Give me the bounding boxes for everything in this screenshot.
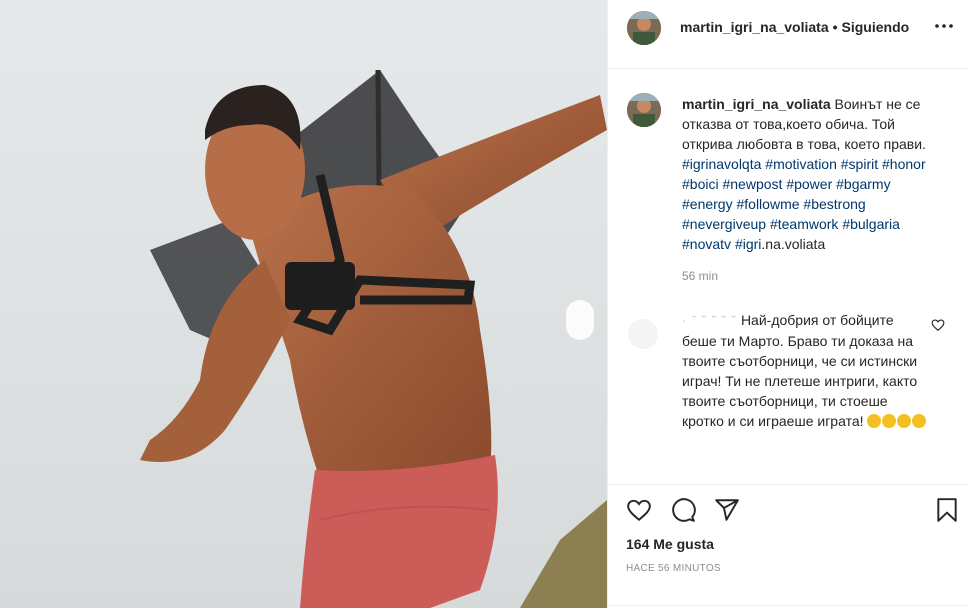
hashtag[interactable]: #igrinavolqta bbox=[682, 156, 761, 172]
hashtag[interactable]: #nevergiveup bbox=[682, 216, 766, 232]
add-comment-divider bbox=[608, 605, 969, 606]
comment-icon[interactable] bbox=[670, 497, 696, 523]
bookmark-icon[interactable] bbox=[934, 497, 960, 523]
flexed-biceps-emoji bbox=[882, 414, 897, 428]
avatar[interactable] bbox=[627, 11, 661, 45]
caption-text: martin_igri_na_voliata Воинът не се отка… bbox=[682, 94, 927, 254]
separator-dot: • bbox=[832, 19, 838, 35]
hashtag[interactable]: #followme bbox=[736, 196, 799, 212]
comment-username-blurred[interactable]: · ˇ ˘ ˘ ˘ ˘ bbox=[682, 313, 737, 328]
carousel-indicator bbox=[566, 300, 594, 340]
comment: · ˇ ˘ ˘ ˘ ˘ Най-добрия от бойците беше т… bbox=[682, 310, 932, 431]
hashtag[interactable]: #igri bbox=[735, 236, 761, 252]
hashtag[interactable]: #bgarmy bbox=[836, 176, 890, 192]
more-horizontal-icon[interactable] bbox=[932, 14, 956, 38]
share-icon[interactable] bbox=[714, 497, 740, 523]
post-side-panel: martin_igri_na_voliata • Siguiendo martin_… bbox=[607, 0, 969, 608]
comment-text: Най-добрия от бойците беше ти Марто. Бра… bbox=[682, 312, 918, 429]
hashtag[interactable]: #novatv bbox=[682, 236, 731, 252]
post-timestamp[interactable]: HACE 56 MINUTOS bbox=[626, 563, 721, 574]
caption-time[interactable]: 56 min bbox=[682, 269, 718, 283]
post-image[interactable] bbox=[0, 0, 607, 608]
heart-icon[interactable] bbox=[626, 497, 652, 523]
header-username[interactable]: martin_igri_na_voliata bbox=[680, 19, 829, 35]
heart-outline-icon[interactable] bbox=[931, 318, 945, 332]
hashtag[interactable]: #boici bbox=[682, 176, 719, 192]
hashtag[interactable]: #spirit bbox=[841, 156, 878, 172]
post-header: martin_igri_na_voliata • Siguiendo bbox=[608, 0, 969, 69]
post-actions: 164 Me gusta HACE 56 MINUTOS bbox=[608, 484, 969, 609]
hashtag[interactable]: #honor bbox=[882, 156, 926, 172]
hashtag[interactable]: #power bbox=[786, 176, 832, 192]
hashtag[interactable]: #newpost bbox=[722, 176, 782, 192]
hashtag[interactable]: #energy bbox=[682, 196, 733, 212]
caption-trailing: .na.voliata bbox=[761, 236, 826, 252]
caption-username[interactable]: martin_igri_na_voliata bbox=[682, 96, 831, 112]
hashtag[interactable]: #teamwork bbox=[770, 216, 838, 232]
caption-avatar[interactable] bbox=[627, 93, 661, 127]
thumbs-up-emoji bbox=[867, 414, 882, 428]
hashtag[interactable]: #motivation bbox=[765, 156, 837, 172]
smiling-face-emoji bbox=[912, 414, 927, 428]
likes-count[interactable]: 164 Me gusta bbox=[626, 536, 714, 552]
comment-avatar[interactable] bbox=[627, 318, 659, 350]
following-button[interactable]: Siguiendo bbox=[842, 19, 910, 35]
clapping-hands-emoji bbox=[897, 414, 912, 428]
hashtag[interactable]: #bestrong bbox=[803, 196, 865, 212]
hashtag[interactable]: #bulgaria bbox=[842, 216, 900, 232]
